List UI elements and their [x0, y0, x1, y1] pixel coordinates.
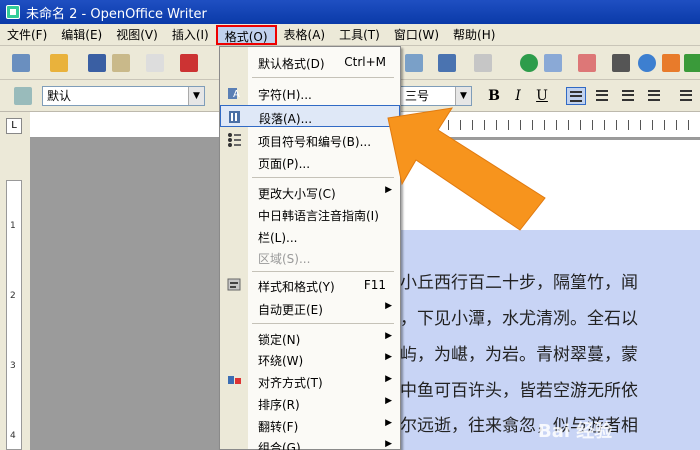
- menu-separator: [252, 271, 394, 272]
- numbering-button[interactable]: [676, 87, 696, 105]
- menu-insert[interactable]: 插入(I): [165, 25, 216, 45]
- menu-item-styles-formatting[interactable]: 样式和格式(Y) F11: [220, 274, 400, 296]
- menu-separator: [252, 177, 394, 178]
- title-bar: 未命名 2 - OpenOffice Writer: [0, 0, 700, 24]
- submenu-arrow-icon: ▶: [385, 374, 392, 384]
- pointer-arrow-icon: [387, 107, 546, 231]
- menu-item-wrap[interactable]: 环绕(W) ▶: [220, 348, 400, 370]
- vertical-ruler[interactable]: 1 2 3 4: [6, 180, 22, 450]
- menu-file[interactable]: 文件(F): [0, 25, 54, 45]
- menu-item-arrange[interactable]: 排序(R) ▶: [220, 392, 400, 414]
- bullets-icon: [227, 132, 242, 147]
- export-pdf-icon[interactable]: [180, 54, 198, 72]
- menu-item-anchor[interactable]: 锁定(N) ▶: [220, 327, 400, 349]
- document-text-line[interactable]: 中鱼可百许头，皆若空游无所依: [400, 376, 700, 406]
- styles-formatting-icon[interactable]: [14, 87, 32, 105]
- menu-format[interactable]: 格式(O): [215, 24, 277, 45]
- svg-text:A: A: [233, 89, 240, 100]
- find-binoculars-icon[interactable]: [612, 54, 630, 72]
- paragraph-style-value: 默认: [47, 89, 72, 103]
- menu-item-columns[interactable]: 栏(L)...: [220, 225, 400, 247]
- gallery-icon[interactable]: [662, 54, 680, 72]
- vruler-label: 2: [10, 291, 16, 301]
- draw-functions-icon[interactable]: [578, 54, 596, 72]
- chevron-down-icon[interactable]: ▼: [188, 87, 204, 105]
- menu-separator: [252, 323, 394, 324]
- menu-edit[interactable]: 编辑(E): [54, 25, 109, 45]
- email-icon[interactable]: [112, 54, 130, 72]
- align-center-button[interactable]: [592, 87, 612, 105]
- align-icon: [227, 373, 242, 388]
- menu-item-paragraph[interactable]: 段落(A)...: [220, 105, 400, 127]
- menu-item-default-formatting[interactable]: 默认格式(D) Ctrl+M: [220, 51, 400, 73]
- menu-tools[interactable]: 工具(T): [332, 25, 387, 45]
- menu-item-asian-phonetic-guide[interactable]: 中日韩语言注音指南(I): [220, 203, 400, 225]
- tab-stop-selector[interactable]: L: [6, 118, 22, 134]
- align-right-button[interactable]: [618, 87, 638, 105]
- menu-item-group[interactable]: 组合(G) ▶: [220, 435, 400, 450]
- redo-icon[interactable]: [474, 54, 492, 72]
- paragraph-icon: [228, 109, 243, 124]
- menu-help[interactable]: 帮助(H): [446, 25, 502, 45]
- menu-bar: 文件(F) 编辑(E) 视图(V) 插入(I) 格式(O) 表格(A) 工具(T…: [0, 24, 700, 46]
- baidu-watermark: Bai 经验: [538, 421, 613, 442]
- new-document-icon[interactable]: [12, 54, 30, 72]
- submenu-arrow-icon: ▶: [385, 331, 392, 341]
- menu-item-bullets-numbering[interactable]: 项目符号和编号(B)...: [220, 129, 400, 151]
- menu-separator: [252, 77, 394, 78]
- justify-button[interactable]: [644, 87, 664, 105]
- document-text-line[interactable]: 屿，为嵁，为岩。青树翠蔓，蒙: [400, 340, 700, 370]
- data-sources-icon[interactable]: [684, 54, 700, 72]
- menu-item-flip[interactable]: 翻转(F) ▶: [220, 414, 400, 436]
- menu-table[interactable]: 表格(A): [277, 25, 333, 45]
- submenu-arrow-icon: ▶: [385, 396, 392, 406]
- menu-view[interactable]: 视图(V): [109, 25, 165, 45]
- paragraph-style-select[interactable]: 默认 ▼: [42, 86, 205, 106]
- navigator-compass-icon[interactable]: [638, 54, 656, 72]
- menu-item-character[interactable]: A 字符(H)...: [220, 82, 400, 104]
- menu-item-alignment[interactable]: 对齐方式(T) ▶: [220, 370, 400, 392]
- open-folder-icon[interactable]: [50, 54, 68, 72]
- window-title: 未命名 2 - OpenOffice Writer: [26, 6, 207, 22]
- submenu-arrow-icon: ▶: [385, 301, 392, 311]
- menu-item-change-case[interactable]: 更改大小写(C) ▶: [220, 181, 400, 203]
- undo-icon[interactable]: [438, 54, 456, 72]
- table-icon[interactable]: [544, 54, 562, 72]
- vruler-label: 4: [10, 431, 16, 441]
- menu-item-page[interactable]: 页面(P)...: [220, 151, 400, 173]
- format-menu-dropdown: 默认格式(D) Ctrl+M A 字符(H)... 段落(A)... 项目符号和…: [219, 46, 401, 450]
- save-icon[interactable]: [88, 54, 106, 72]
- edit-file-icon[interactable]: [146, 54, 164, 72]
- vruler-label: 3: [10, 361, 16, 371]
- submenu-arrow-icon: ▶: [385, 418, 392, 428]
- paintbrush-icon[interactable]: [405, 54, 423, 72]
- menu-item-autocorrect[interactable]: 自动更正(E) ▶: [220, 297, 400, 319]
- character-icon: A: [227, 85, 242, 100]
- navigator-icon[interactable]: [520, 54, 538, 72]
- submenu-arrow-icon: ▶: [385, 439, 392, 449]
- submenu-arrow-icon: ▶: [385, 352, 392, 362]
- writer-app-icon: [6, 5, 20, 19]
- menu-window[interactable]: 窗口(W): [387, 25, 446, 45]
- document-text-line[interactable]: 小丘西行百二十步，隔篁竹，闻: [400, 268, 700, 298]
- menu-item-sections: 区域(S)...: [258, 252, 311, 266]
- vruler-label: 1: [10, 221, 16, 231]
- styles-icon: [227, 277, 242, 292]
- align-left-button[interactable]: [566, 87, 586, 105]
- document-text-line[interactable]: ，下见小潭，水尤清冽。全石以: [400, 304, 700, 334]
